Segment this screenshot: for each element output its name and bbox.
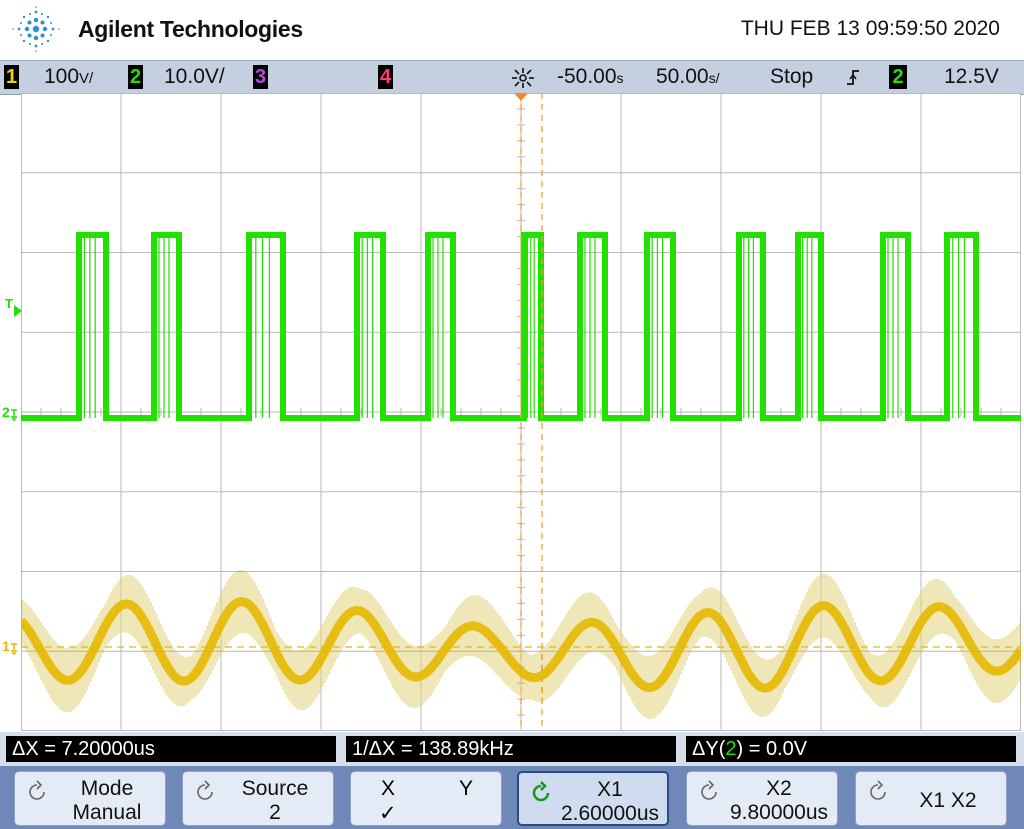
brand-name: Agilent Technologies — [78, 16, 303, 42]
source-label: Source — [241, 777, 309, 800]
waveform-canvas — [17, 92, 1024, 732]
delta-x-readout: ΔX = 7.20000us — [6, 736, 336, 762]
timebase-scale[interactable]: 50.00s/ — [656, 65, 719, 89]
mode-value: Manual — [72, 801, 142, 824]
source-softkey[interactable]: Source 2 — [182, 771, 334, 826]
trigger-level-arrow-icon — [14, 305, 22, 317]
delay-value[interactable]: -50.00s — [557, 65, 624, 89]
delta-y-readout: ΔY(2) = 0.0V — [686, 736, 1016, 762]
checkmark-icon: ✓ — [379, 802, 397, 825]
channel-4-indicator[interactable]: 4 — [378, 65, 393, 89]
header: Agilent Technologies THU FEB 13 09:59:50… — [0, 0, 1024, 60]
channel-1-scale[interactable]: 100V/ — [44, 65, 93, 89]
mode-label: Mode — [80, 777, 134, 800]
channel-1-ground-icon — [11, 643, 17, 655]
run-state[interactable]: Stop — [770, 65, 813, 89]
y-option-label: Y — [459, 777, 474, 800]
timebase-delay-icon[interactable] — [510, 66, 536, 90]
x2-value: 9.80000us — [729, 801, 829, 824]
agilent-logo-icon — [12, 6, 60, 52]
channel-1-ground-marker[interactable]: 1 — [2, 638, 10, 654]
inverse-delta-x-readout: 1/ΔX = 138.89kHz — [346, 736, 676, 762]
channel-3-indicator[interactable]: 3 — [253, 65, 268, 89]
x1-softkey[interactable]: X1 2.60000us — [517, 771, 669, 826]
x1-x2-label: X1 X2 — [919, 789, 977, 812]
x2-label: X2 — [766, 777, 792, 800]
measurement-bar: ΔX = 7.20000us 1/ΔX = 138.89kHz ΔY(2) = … — [0, 732, 1024, 766]
source-value: 2 — [269, 801, 281, 824]
channel-2-ground-marker[interactable]: 2 — [2, 404, 10, 420]
status-bar: 1 100V/ 2 10.0V/ 3 4 -50.00s 50.00s/ Sto… — [0, 60, 1024, 95]
channel-2-indicator[interactable]: 2 — [128, 65, 143, 89]
x2-softkey[interactable]: X2 9.80000us — [686, 771, 838, 826]
trigger-source-indicator[interactable]: 2 — [889, 65, 907, 89]
trigger-level[interactable]: 12.5V — [944, 65, 999, 89]
xy-select-softkey[interactable]: X Y ✓ — [350, 771, 502, 826]
softkey-bar: Mode Manual Source 2 X Y ✓ X1 2.60000us … — [0, 766, 1024, 829]
x1-value: 2.60000us — [560, 802, 660, 825]
channel-2-scale[interactable]: 10.0V/ — [164, 65, 225, 89]
x1-x2-softkey[interactable]: X1 X2 — [855, 771, 1007, 826]
channel-2-ground-icon — [11, 409, 17, 421]
date-time: THU FEB 13 09:59:50 2020 — [740, 17, 1000, 40]
mode-softkey[interactable]: Mode Manual — [14, 771, 166, 826]
waveform-display[interactable] — [17, 92, 1024, 732]
channel-1-indicator[interactable]: 1 — [4, 65, 19, 89]
trigger-level-marker[interactable]: T — [5, 296, 13, 311]
x-option-label: X — [381, 777, 396, 800]
x1-label: X1 — [597, 778, 623, 801]
trigger-position-marker — [514, 93, 528, 101]
rising-edge-trigger-icon[interactable] — [845, 67, 861, 89]
